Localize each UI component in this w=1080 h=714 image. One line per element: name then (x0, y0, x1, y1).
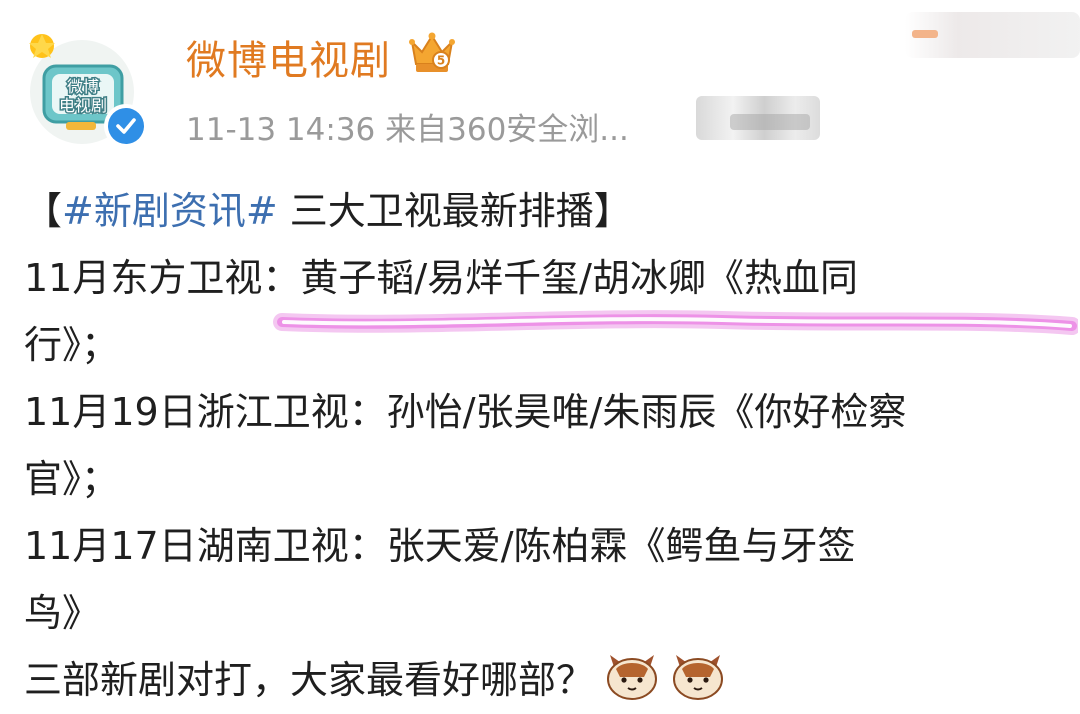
avatar-text-top: 微博 (67, 77, 99, 96)
svg-text:5: 5 (437, 54, 445, 68)
schedule-line-zhejiang-cont: 官》； (24, 457, 120, 501)
headline: 【#新剧资讯# 三大卫视最新排播】 (24, 178, 1074, 245)
blurred-region (696, 96, 820, 140)
closing-text: 三部新剧对打，大家最看好哪部？ (24, 658, 595, 702)
verified-icon (108, 108, 144, 144)
post-meta: 11-13 14:36 来自360安全浏... (186, 112, 629, 148)
headline-open: 【 (24, 189, 63, 233)
cat-emoji-icon (673, 655, 724, 700)
avatar-text-bottom: 电视剧 (59, 96, 107, 115)
top-right-decoration-tick (912, 30, 938, 38)
author-name[interactable]: 微博电视剧 (186, 28, 391, 86)
crown-vip-icon[interactable]: 5 (408, 30, 456, 74)
verified-badge (104, 104, 148, 148)
headline-text: 三大卫视最新排播】 (277, 189, 632, 233)
hashtag-link[interactable]: #新剧资讯# (62, 189, 278, 233)
closing-question: 三部新剧对打，大家最看好哪部？ (24, 647, 1074, 714)
schedule-line-dongfang: 11月东方卫视：黄子韬/易烊千玺/胡冰卿《热血同 (24, 256, 858, 300)
schedule-line-hunan-cont: 鸟》 (24, 591, 101, 635)
cat-emoji-icon (607, 655, 658, 700)
schedule-line-dongfang-cont: 行》； (24, 323, 120, 367)
post-content: 【#新剧资讯# 三大卫视最新排播】 11月东方卫视：黄子韬/易烊千玺/胡冰卿《热… (24, 178, 1074, 714)
schedule-line-zhejiang: 11月19日浙江卫视：孙怡/张昊唯/朱雨辰《你好检察 (24, 390, 907, 434)
schedule-line-hunan: 11月17日湖南卫视：张天爱/陈柏霖《鳄鱼与牙签 (24, 524, 856, 568)
